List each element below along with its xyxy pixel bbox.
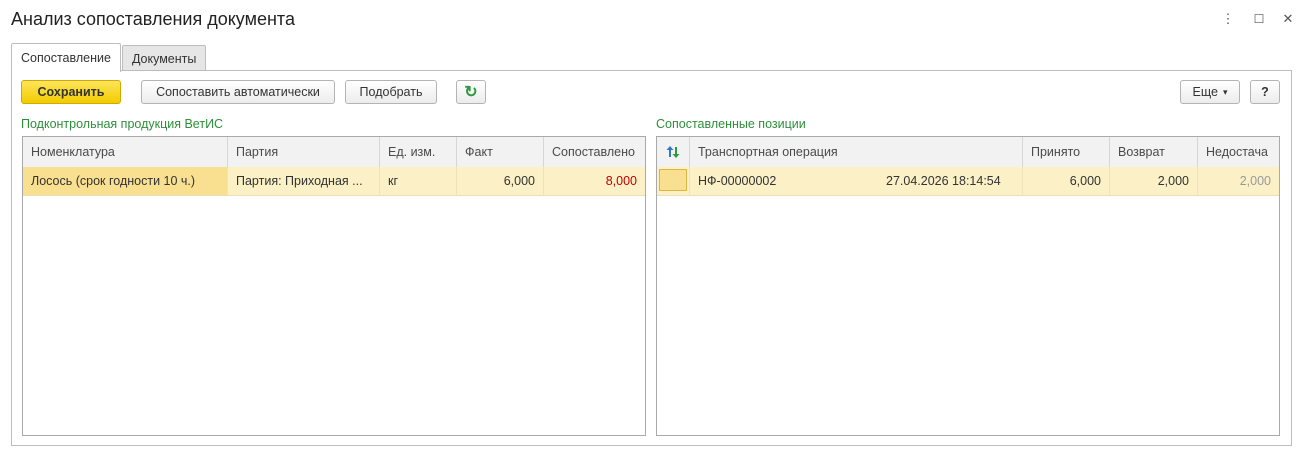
table-row[interactable]: НФ-00000002 27.04.2026 18:14:54 6,000 2,… — [657, 167, 1279, 196]
table-row[interactable]: Лосось (срок годности 10 ч.) Партия: При… — [23, 167, 645, 196]
table-header: Номенклатура Партия Ед. изм. Факт Сопост… — [23, 137, 645, 168]
right-table-caption: Сопоставленные позиции — [656, 117, 806, 131]
column-header-batch[interactable]: Партия — [228, 137, 380, 167]
row-selection-marker — [659, 169, 687, 191]
column-header-shortage[interactable]: Недостача — [1198, 137, 1279, 167]
cell-unit[interactable]: кг — [380, 167, 457, 195]
column-header-fact[interactable]: Факт — [457, 137, 544, 167]
tab-bar: Сопоставление Документы — [11, 43, 207, 72]
column-header-transport-operation[interactable]: Транспортная операция — [690, 137, 1023, 167]
more-button[interactable]: Еще ▾ — [1180, 80, 1240, 104]
sort-column-header[interactable] — [657, 137, 690, 167]
table-header: Транспортная операция Принято Возврат Не… — [657, 137, 1279, 168]
window-title: Анализ сопоставления документа — [11, 9, 295, 29]
left-table-caption: Подконтрольная продукция ВетИС — [21, 117, 224, 131]
cell-shortage[interactable]: 2,000 — [1198, 167, 1279, 195]
cell-returned[interactable]: 2,000 — [1110, 167, 1198, 195]
cell-matched[interactable]: 8,000 — [544, 167, 645, 195]
cell-accepted[interactable]: 6,000 — [1023, 167, 1110, 195]
controlled-products-table[interactable]: Номенклатура Партия Ед. изм. Факт Сопост… — [22, 136, 646, 436]
matched-positions-table[interactable]: Транспортная операция Принято Возврат Не… — [656, 136, 1280, 436]
row-marker-cell[interactable] — [657, 167, 690, 195]
column-header-accepted[interactable]: Принято — [1023, 137, 1110, 167]
cell-nomenclature[interactable]: Лосось (срок годности 10 ч.) — [23, 167, 228, 195]
column-header-matched[interactable]: Сопоставлено — [544, 137, 645, 167]
refresh-button[interactable]: ↻ — [456, 80, 486, 104]
more-options-icon[interactable]: ⋮ — [1219, 10, 1237, 28]
column-header-unit[interactable]: Ед. изм. — [380, 137, 457, 167]
column-header-nomenclature[interactable]: Номенклатура — [23, 137, 228, 167]
more-label: Еще — [1192, 85, 1218, 99]
tab-documents[interactable]: Документы — [121, 45, 207, 71]
cell-fact[interactable]: 6,000 — [457, 167, 544, 195]
column-header-returned[interactable]: Возврат — [1110, 137, 1198, 167]
close-icon[interactable]: ✕ — [1279, 10, 1297, 28]
chevron-down-icon: ▾ — [1222, 86, 1228, 97]
cell-operation-number[interactable]: НФ-00000002 — [690, 167, 878, 195]
cell-batch[interactable]: Партия: Приходная ... — [228, 167, 380, 195]
sort-icon — [666, 146, 680, 158]
matching-panel: Сохранить Сопоставить автоматически Подо… — [11, 70, 1292, 446]
refresh-icon: ↻ — [464, 84, 478, 101]
help-button[interactable]: ? — [1250, 80, 1280, 104]
pick-button[interactable]: Подобрать — [345, 80, 437, 104]
save-button[interactable]: Сохранить — [21, 80, 121, 104]
auto-match-button[interactable]: Сопоставить автоматически — [141, 80, 335, 104]
maximize-icon[interactable]: ☐ — [1250, 10, 1268, 28]
tab-matching[interactable]: Сопоставление — [11, 43, 121, 72]
cell-operation-datetime[interactable]: 27.04.2026 18:14:54 — [878, 167, 1023, 195]
